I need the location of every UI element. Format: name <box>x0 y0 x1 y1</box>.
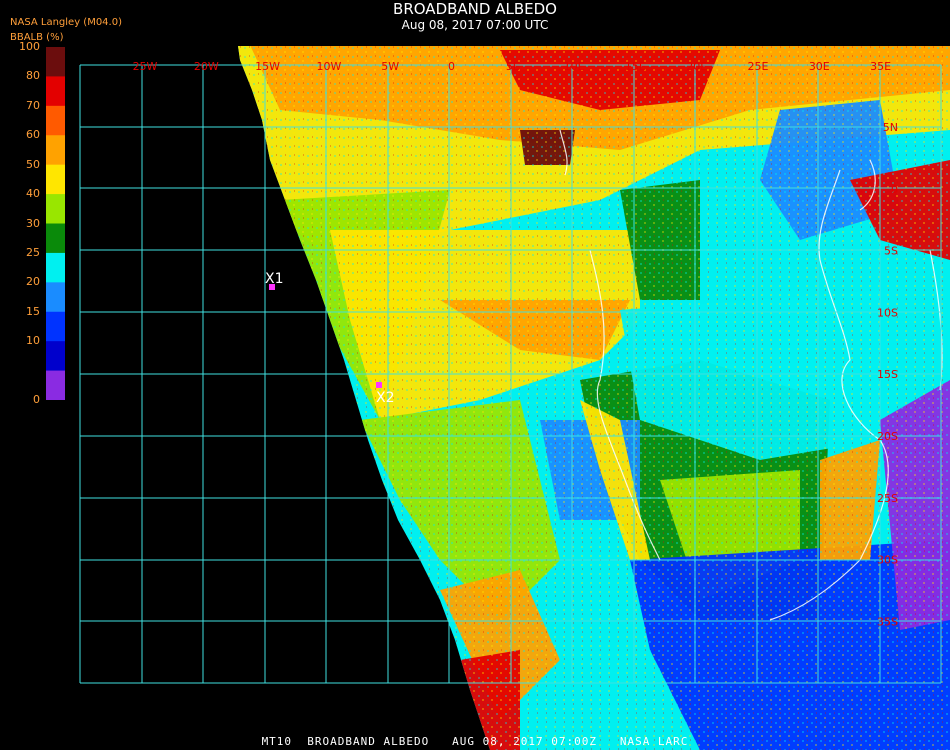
lon-label: 25W <box>133 60 158 73</box>
lon-label: 35E <box>870 60 891 73</box>
lon-label: 15W <box>255 60 280 73</box>
lat-label: 15S <box>877 368 898 381</box>
lon-label: 0 <box>448 60 455 73</box>
marker-label: X1 <box>265 271 284 287</box>
lon-label: 25E <box>748 60 769 73</box>
lat-label: 5S <box>884 245 898 258</box>
lon-label: 20E <box>686 60 707 73</box>
lon-label: 10E <box>564 60 585 73</box>
lat-label: 30S <box>877 554 898 567</box>
marker-point <box>376 382 382 388</box>
lon-label: 30E <box>809 60 830 73</box>
lat-label: 25S <box>877 492 898 505</box>
lat-label: 20S <box>877 430 898 443</box>
lon-label: 15E <box>625 60 646 73</box>
lat-label: 5N <box>883 121 898 134</box>
lon-label: 5E <box>506 60 520 73</box>
lon-label: 10W <box>316 60 341 73</box>
lat-label: 0 <box>891 183 898 196</box>
albedo-field <box>238 46 950 750</box>
lat-label: 35S <box>877 615 898 628</box>
marker-label: X2 <box>376 390 395 406</box>
albedo-map: 25W 20W 15W 10W 5W 0 5E 10E 15E 20E 25E 30E 35E 5N 0 5S… <box>79 46 950 750</box>
footer-caption: MT10 BROADBAND ALBEDO AUG 08, 2017 07:00… <box>261 735 689 748</box>
lat-label: 10S <box>877 306 898 319</box>
lon-label: 20W <box>194 60 219 73</box>
lon-label: 5W <box>381 60 399 73</box>
